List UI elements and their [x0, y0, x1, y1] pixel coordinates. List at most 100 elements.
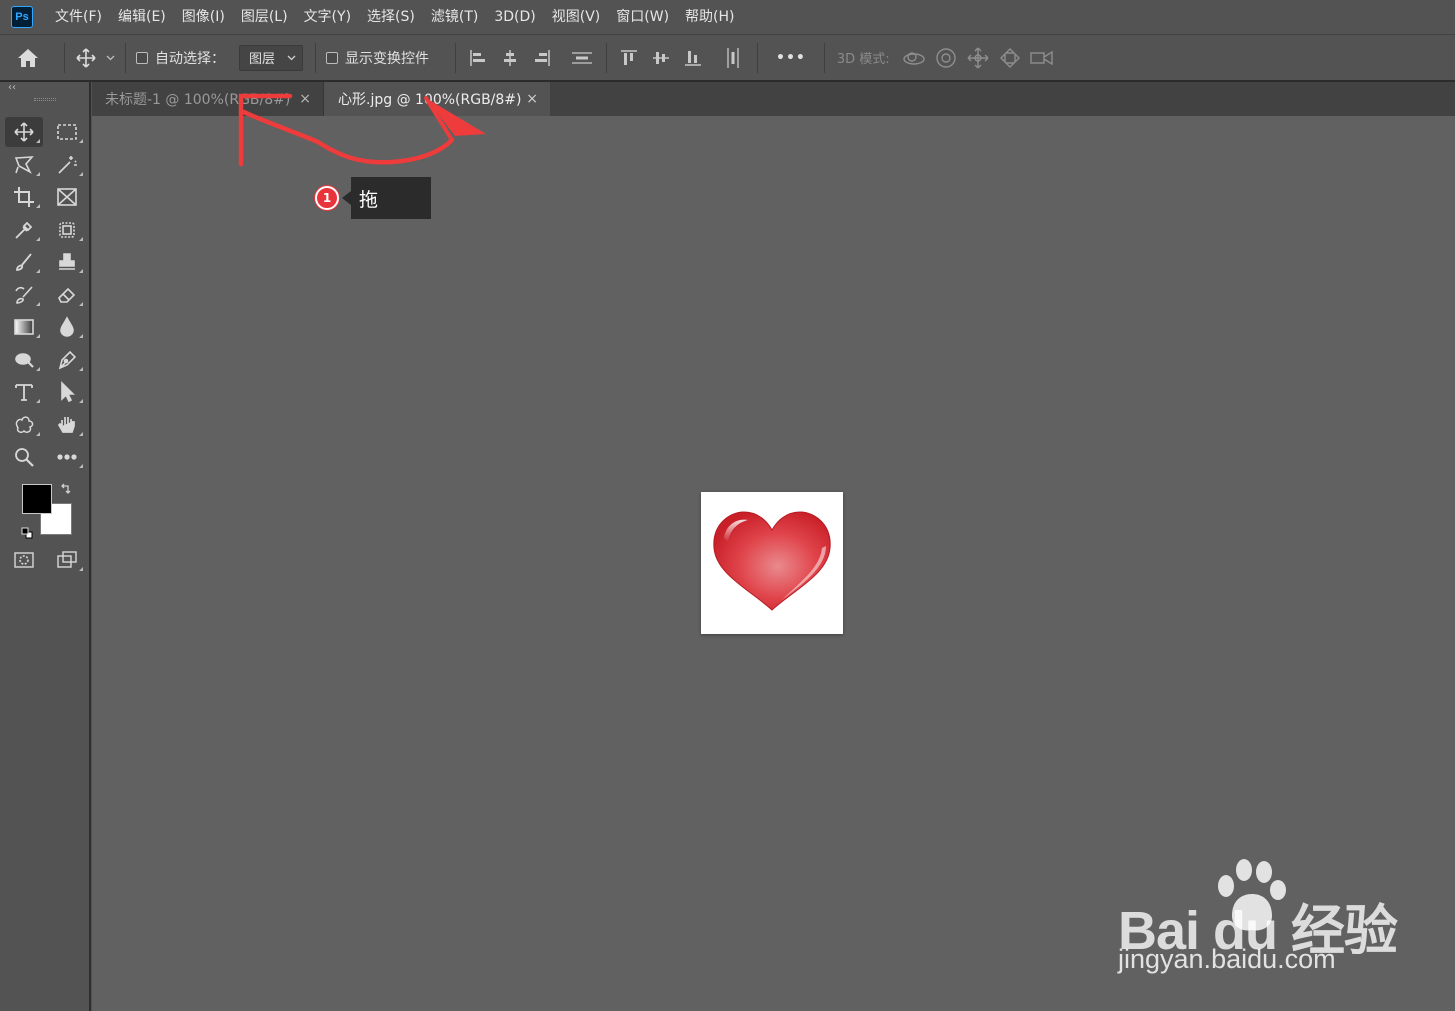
chevron-down-icon[interactable]	[101, 38, 119, 78]
foreground-color-swatch[interactable]	[22, 484, 52, 514]
tab-untitled-1[interactable]: 未标题-1 @ 100%(RGB/8#) ×	[92, 82, 324, 116]
rectangular-marquee-icon	[57, 124, 77, 140]
custom-shape-icon	[15, 416, 34, 433]
spot-healing-tool[interactable]	[48, 215, 86, 245]
eraser-tool[interactable]	[48, 280, 86, 310]
close-icon[interactable]: ×	[299, 91, 311, 107]
screen-mode-button[interactable]	[48, 545, 86, 575]
type-icon	[15, 384, 33, 401]
menu-file[interactable]: 文件(F)	[47, 0, 110, 34]
quick-mask-button[interactable]	[5, 545, 43, 575]
magic-wand-icon	[58, 156, 77, 174]
history-brush-icon	[15, 286, 33, 304]
3d-slide-icon[interactable]	[994, 43, 1026, 73]
magic-wand-tool[interactable]	[48, 150, 86, 180]
options-bar: 自动选择： 图层 显示变换控件 ••• 3D 模式:	[0, 34, 1455, 82]
edit-toolbar-button[interactable]	[48, 442, 86, 472]
menu-window[interactable]: 窗口(W)	[608, 0, 677, 34]
show-transform-checkbox[interactable]	[326, 51, 338, 64]
photoshop-window: Ps 文件(F) 编辑(E) 图像(I) 图层(L) 文字(Y) 选择(S) 滤…	[0, 0, 1455, 1011]
quick-mask-icon	[14, 552, 34, 568]
frame-tool[interactable]	[48, 182, 86, 212]
panel-grip[interactable]	[34, 98, 56, 101]
align-right-edges-icon[interactable]	[526, 43, 558, 73]
auto-select-target-dropdown[interactable]: 图层	[239, 44, 303, 71]
menu-image[interactable]: 图像(I)	[174, 0, 233, 34]
callout-pointer	[342, 191, 351, 205]
separator	[606, 42, 607, 73]
3d-scale-camera-icon[interactable]	[1026, 43, 1058, 73]
callout-text: 拖	[351, 177, 431, 219]
align-top-edges-icon[interactable]	[613, 43, 645, 73]
close-icon[interactable]: ×	[526, 91, 538, 107]
path-selection-tool[interactable]	[48, 377, 86, 407]
tool-group-indicator	[36, 399, 40, 403]
align-bottom-edges-icon[interactable]	[677, 43, 709, 73]
hand-tool[interactable]	[48, 410, 86, 440]
tool-group-indicator	[79, 334, 83, 338]
menu-bar: Ps 文件(F) 编辑(E) 图像(I) 图层(L) 文字(Y) 选择(S) 滤…	[0, 0, 1455, 34]
crop-tool[interactable]	[5, 182, 43, 212]
tools-panel: ‹‹	[0, 82, 91, 1011]
watermark-url: jingyan.baidu.com	[1118, 944, 1336, 974]
dodge-tool[interactable]	[5, 345, 43, 375]
distribute-horizontal-icon[interactable]	[717, 43, 749, 73]
tool-group-indicator	[36, 302, 40, 306]
menu-edit[interactable]: 编辑(E)	[110, 0, 174, 34]
clone-stamp-tool[interactable]	[48, 247, 86, 277]
crop-icon	[14, 187, 34, 207]
auto-select-checkbox[interactable]	[136, 51, 148, 64]
collapse-panel-icon[interactable]: ‹‹	[8, 82, 16, 93]
hand-icon	[57, 417, 75, 433]
align-vertical-centers-icon[interactable]	[645, 43, 677, 73]
3d-orbit-icon[interactable]	[898, 43, 930, 73]
document-canvas[interactable]	[701, 492, 843, 634]
default-colors-icon[interactable]	[21, 524, 33, 539]
blur-tool[interactable]	[48, 312, 86, 342]
more-options-icon[interactable]: •••	[776, 50, 806, 66]
gradient-icon	[14, 319, 34, 335]
zoom-icon	[15, 448, 34, 467]
swap-colors-icon[interactable]	[60, 483, 72, 498]
menu-layer[interactable]: 图层(L)	[233, 0, 296, 34]
distribute-vertical-icon[interactable]	[566, 43, 598, 73]
tool-group-indicator	[36, 204, 40, 208]
separator	[315, 42, 316, 73]
tool-group-indicator	[79, 464, 83, 468]
menu-select[interactable]: 选择(S)	[359, 0, 423, 34]
menu-3d[interactable]: 3D(D)	[486, 0, 543, 34]
tab-heart-jpg[interactable]: 心形.jpg @ 100%(RGB/8#) ×	[324, 82, 550, 116]
history-brush-tool[interactable]	[5, 280, 43, 310]
menu-type[interactable]: 文字(Y)	[296, 0, 359, 34]
3d-roll-icon[interactable]	[930, 43, 962, 73]
lasso-tool[interactable]	[5, 150, 43, 180]
tool-group-indicator	[79, 302, 83, 306]
move-tool[interactable]	[5, 117, 43, 147]
document-tab-bar: 未标题-1 @ 100%(RGB/8#) × 心形.jpg @ 100%(RGB…	[92, 82, 1455, 116]
eyedropper-tool[interactable]	[5, 215, 43, 245]
menu-filter[interactable]: 滤镜(T)	[423, 0, 486, 34]
align-horizontal-centers-icon[interactable]	[494, 43, 526, 73]
tool-group-indicator	[36, 139, 40, 143]
more-tools-icon	[57, 454, 77, 460]
pen-tool[interactable]	[48, 345, 86, 375]
gradient-tool[interactable]	[5, 312, 43, 342]
3d-drag-icon[interactable]	[962, 43, 994, 73]
step-callout: 1 拖	[315, 177, 431, 219]
brush-tool[interactable]	[5, 247, 43, 277]
move-tool-preset-icon[interactable]	[71, 38, 101, 78]
marquee-tool[interactable]	[48, 117, 86, 147]
align-left-edges-icon[interactable]	[462, 43, 494, 73]
step-number-badge: 1	[315, 186, 339, 210]
custom-shape-tool[interactable]	[5, 410, 43, 440]
eraser-icon	[58, 287, 76, 303]
zoom-tool[interactable]	[5, 442, 43, 472]
tool-group-indicator	[36, 432, 40, 436]
screen-mode-icon	[57, 551, 77, 568]
tool-group-indicator	[36, 269, 40, 273]
menu-view[interactable]: 视图(V)	[544, 0, 609, 34]
menu-help[interactable]: 帮助(H)	[677, 0, 742, 34]
type-tool[interactable]	[5, 377, 43, 407]
tool-group-indicator	[79, 432, 83, 436]
home-icon[interactable]	[0, 38, 56, 78]
